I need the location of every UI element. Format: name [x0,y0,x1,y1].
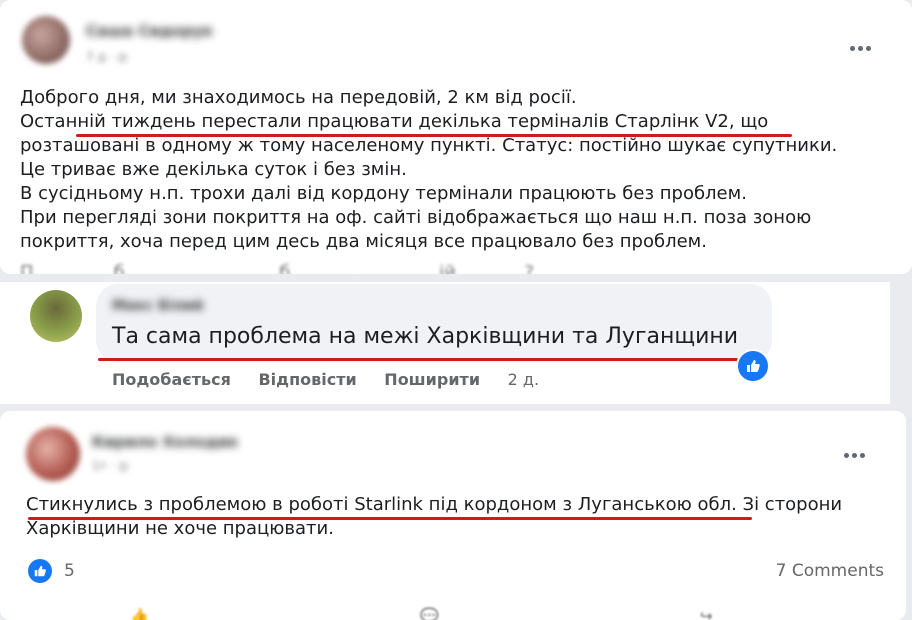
post-line: покриття, хоча перед цим десь два місяця… [20,231,707,252]
like-action-icon[interactable]: 👍 [130,607,149,620]
author-avatar[interactable] [22,16,70,64]
reply-button[interactable]: Відповісти [258,370,356,389]
post-line: розташовані в одному ж тому населеному п… [20,135,838,156]
like-reaction-icon[interactable] [28,559,52,583]
like-reaction-icon[interactable] [736,349,770,383]
highlight-underline [98,358,738,361]
post-card-2: Кирило Холодик 1т · ◎ Стикнулись з пробл… [0,411,906,620]
post-line: Останній тиждень перестали працювати дек… [20,111,769,132]
share-action-icon[interactable]: ↪ [700,607,713,620]
truncated-line: П..............б........................… [20,262,535,274]
highlight-underline [28,517,752,520]
more-options-icon[interactable] [848,40,872,51]
comment-card: Макс Білий Та сама проблема на межі Харк… [0,282,890,404]
highlight-underline [76,134,792,137]
comments-count[interactable]: 7 Comments [776,561,884,581]
comment-bubble [96,284,772,362]
post-line: Харківщини не хоче працювати. [26,518,334,539]
post-line: Це триває вже декілька суток і без змін. [20,159,407,180]
comment-action-icon[interactable]: 💬 [420,607,439,620]
post-meta: 1т · ◎ [92,459,129,473]
post-line: При перегляді зони покриття на оф. сайті… [20,207,812,228]
comment-time[interactable]: 2 д. [508,370,539,389]
author-name[interactable]: Саша Сидорук [86,22,213,40]
post-meta: 7 д · ◎ [86,50,128,64]
comment-actions: Подобається Відповісти Поширити 2 д. [112,370,561,389]
reactions-count[interactable]: 5 [64,561,75,581]
like-button[interactable]: Подобається [112,370,231,389]
author-avatar[interactable] [26,427,80,481]
post-card-1: Саша Сидорук 7 д · ◎ Доброго дня, ми зна… [0,0,912,274]
more-options-icon[interactable] [842,447,866,458]
share-button[interactable]: Поширити [384,370,480,389]
post-line: Доброго дня, ми знаходимось на передовій… [20,87,577,108]
author-name[interactable]: Кирило Холодик [92,433,239,451]
post-line: Стикнулись з проблемою в роботі Starlink… [26,494,843,515]
post-line: В сусідньому н.п. трохи далі від кордону… [20,183,747,204]
comment-text: Та сама проблема на межі Харківщини та Л… [112,324,739,349]
commenter-avatar[interactable] [30,290,82,342]
post-body: Доброго дня, ми знаходимось на передовій… [20,86,837,254]
commenter-name[interactable]: Макс Білий [112,298,203,314]
